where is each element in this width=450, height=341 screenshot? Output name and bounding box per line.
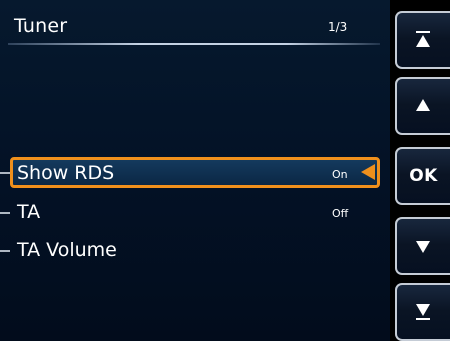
page-title: Tuner — [14, 15, 68, 37]
menu-item-label: Show RDS — [17, 162, 115, 184]
menu-item-ta-volume[interactable]: TA Volume — [0, 235, 390, 269]
page-indicator: 1/3 — [328, 20, 348, 34]
row-connector-line — [0, 172, 10, 174]
row-connector-line — [0, 212, 10, 214]
tuner-menu-screen: Tuner 1/3 Show RDS On TA Off TA Volume — [0, 0, 390, 341]
menu-item-show-rds[interactable]: Show RDS On — [0, 157, 390, 191]
menu-item-label: TA Volume — [17, 239, 117, 261]
page-down-button[interactable] — [395, 283, 450, 341]
menu-item-label: TA — [17, 201, 41, 223]
ok-button-label: OK — [409, 166, 438, 186]
row-connector-line — [0, 250, 10, 252]
ok-button[interactable]: OK — [395, 147, 450, 205]
page-up-button[interactable] — [395, 11, 450, 69]
menu-item-ta[interactable]: TA Off — [0, 197, 390, 231]
menu-item-value: On — [332, 168, 348, 181]
down-button[interactable] — [395, 217, 450, 275]
title-divider — [8, 43, 380, 45]
menu-item-value: Off — [332, 207, 349, 220]
selection-arrow-icon — [361, 164, 375, 180]
up-button[interactable] — [395, 77, 450, 135]
